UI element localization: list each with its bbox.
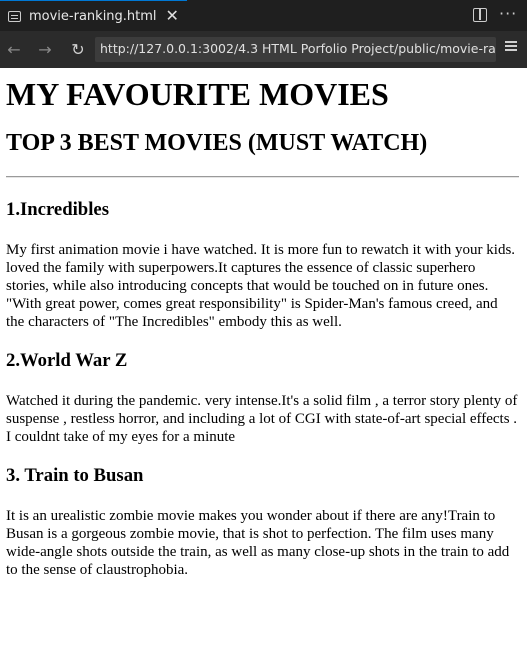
page-subtitle: TOP 3 BEST MOVIES (MUST WATCH) <box>6 130 428 156</box>
tab-bar: movie-ranking.html ✕ ··· <box>0 0 527 31</box>
menu-icon[interactable] <box>505 41 517 43</box>
tab-movie-ranking[interactable]: movie-ranking.html ✕ <box>0 0 187 31</box>
movie-description: It is an urealistic zombie movie makes y… <box>6 508 510 578</box>
browser-toolbar: ← → ↻ http://127.0.0.1:3002/4.3 HTML Por… <box>0 31 527 68</box>
close-icon[interactable]: ✕ <box>166 8 179 24</box>
reload-icon[interactable]: ↻ <box>67 38 89 60</box>
tab-title: movie-ranking.html <box>29 8 157 24</box>
page-content: MY FAVOURITE MOVIES TOP 3 BEST MOVIES (M… <box>6 68 519 579</box>
movie-description: My first animation movie i have watched.… <box>6 242 516 330</box>
back-arrow-icon[interactable]: ← <box>3 38 25 60</box>
forward-arrow-icon[interactable]: → <box>34 38 56 60</box>
more-actions-icon[interactable]: ··· <box>499 4 517 23</box>
movie-description: Watched it during the pandemic. very int… <box>6 393 518 445</box>
movie-heading: 2.World War Z <box>6 350 128 371</box>
movie-heading: 3. Train to Busan <box>6 465 144 486</box>
divider <box>6 176 519 178</box>
preview-icon <box>8 10 21 22</box>
address-bar[interactable]: http://127.0.0.1:3002/4.3 HTML Porfolio … <box>95 37 496 62</box>
movie-heading: 1.Incredibles <box>6 199 109 220</box>
page-title: MY FAVOURITE MOVIES <box>6 76 389 112</box>
split-editor-icon[interactable] <box>473 8 487 22</box>
